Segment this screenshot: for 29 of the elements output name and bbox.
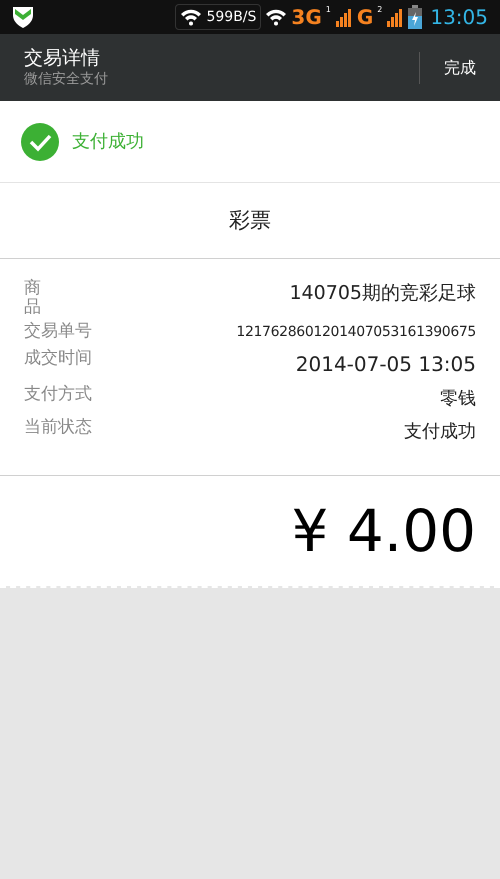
- shield-icon: [12, 5, 34, 29]
- payment-status: 支付成功: [72, 130, 144, 154]
- detail-label: 商品: [24, 279, 41, 316]
- battery-charging-icon: [408, 5, 422, 29]
- page-subtitle: 微信安全支付: [24, 70, 109, 88]
- detail-value: 140705期的竞彩足球: [289, 281, 476, 306]
- network-type: G: [356, 4, 374, 31]
- signal-icon: [386, 7, 404, 27]
- clock: 13:05: [430, 4, 488, 31]
- page-title: 交易详情: [24, 46, 101, 71]
- merchant-name: 彩票: [229, 206, 271, 234]
- signal-icon: [334, 7, 353, 27]
- wifi-icon: [265, 8, 288, 26]
- detail-value: 2014-07-05 13:05: [296, 351, 476, 378]
- done-button[interactable]: 完成: [420, 34, 500, 101]
- detail-value: 支付成功: [404, 420, 476, 444]
- detail-label: 当前状态: [24, 418, 92, 438]
- detail-label: 交易单号: [24, 322, 92, 342]
- detail-value: 零钱: [440, 387, 476, 412]
- sim-number: 1: [326, 4, 331, 16]
- network-type: 3G: [291, 4, 322, 31]
- detail-label: 成交时间: [24, 349, 92, 368]
- wifi-icon: [180, 8, 202, 26]
- speed-text: 599B/S: [206, 8, 256, 26]
- check-circle-icon: [20, 122, 60, 162]
- amount: ¥ 4.00: [292, 496, 476, 567]
- detail-label: 支付方式: [24, 385, 92, 404]
- detail-value: 1217628601201407053161390675: [236, 323, 476, 342]
- sim-number: 2: [377, 4, 382, 16]
